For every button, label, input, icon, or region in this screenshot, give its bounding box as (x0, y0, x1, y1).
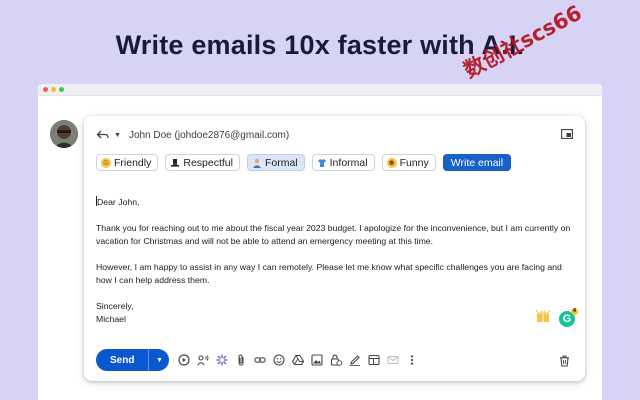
drive-icon[interactable] (292, 354, 305, 366)
tone-selector: ☺ Friendly Respectful Formal Informal ☻ … (96, 154, 512, 171)
tone-label: Formal (264, 156, 298, 169)
attach-icon[interactable] (235, 354, 247, 366)
email-closing: Sincerely, (96, 301, 134, 311)
tone-respectful[interactable]: Respectful (165, 154, 240, 171)
compose-window: ▼ John Doe (johdoe2876@gmail.com) ☺ Frie… (84, 116, 585, 381)
write-email-button[interactable]: Write email (442, 154, 512, 171)
tone-formal[interactable]: Formal (246, 154, 305, 171)
send-button-group: Send ▼ (96, 349, 170, 371)
raised-hands-icon[interactable] (535, 309, 551, 328)
tone-label: Friendly (114, 156, 152, 169)
grammarly-icon[interactable]: G 4 (559, 307, 578, 327)
email-paragraph-2: However, I am happy to assist in any way… (96, 262, 562, 285)
popout-icon[interactable] (561, 129, 573, 139)
tone-label: Funny (399, 156, 429, 169)
mail-envelope-icon[interactable] (387, 354, 400, 366)
email-body[interactable]: Dear John, Thank you for reaching out to… (96, 196, 574, 326)
maximize-window-dot[interactable] (59, 87, 64, 92)
tone-label: Respectful (183, 156, 233, 169)
close-window-dot[interactable] (43, 87, 48, 92)
minimize-window-dot[interactable] (51, 87, 56, 92)
compose-header: ▼ John Doe (johdoe2876@gmail.com) (96, 126, 573, 144)
browser-title-bar (38, 84, 602, 96)
link-icon[interactable] (254, 354, 267, 366)
office-worker-icon (252, 158, 262, 168)
more-options-icon[interactable] (406, 354, 418, 366)
formatting-tools (178, 354, 418, 366)
browser-window: ▼ John Doe (johdoe2876@gmail.com) ☺ Frie… (38, 84, 602, 400)
t-shirt-icon (317, 158, 327, 168)
photo-icon[interactable] (311, 354, 324, 366)
email-signature: Michael (96, 314, 126, 324)
grammarly-badge: 4 (571, 307, 578, 315)
email-paragraph-1: Thank you for reaching out to me about t… (96, 223, 571, 246)
layout-template-icon[interactable] (368, 354, 381, 366)
send-options-chevron-icon[interactable]: ▼ (149, 349, 169, 371)
top-hat-icon (170, 158, 180, 168)
chevron-down-icon[interactable]: ▼ (114, 132, 121, 139)
recipient[interactable]: John Doe (johdoe2876@gmail.com) (129, 130, 289, 141)
send-button[interactable]: Send (96, 349, 150, 371)
tone-informal[interactable]: Informal (311, 154, 375, 171)
lock-clock-icon[interactable] (330, 354, 343, 366)
tone-funny[interactable]: ☻ Funny (381, 154, 436, 171)
emoji-icon[interactable] (273, 354, 286, 366)
tone-label: Informal (329, 156, 368, 169)
grin-icon: ☻ (386, 157, 397, 168)
compose-toolbar: Send ▼ (96, 349, 573, 371)
signature-pen-icon[interactable] (349, 354, 361, 366)
tone-friendly[interactable]: ☺ Friendly (96, 154, 159, 171)
email-greeting: Dear John, (97, 197, 140, 207)
play-icon[interactable] (178, 354, 191, 366)
side-icons: G 4 (535, 307, 578, 328)
voice-icon[interactable] (197, 354, 209, 366)
trash-icon[interactable] (559, 354, 570, 367)
smile-icon: ☺ (101, 157, 111, 168)
reply-icon[interactable] (96, 128, 110, 142)
ai-sparkle-icon[interactable] (216, 354, 228, 366)
avatar[interactable] (50, 120, 78, 148)
